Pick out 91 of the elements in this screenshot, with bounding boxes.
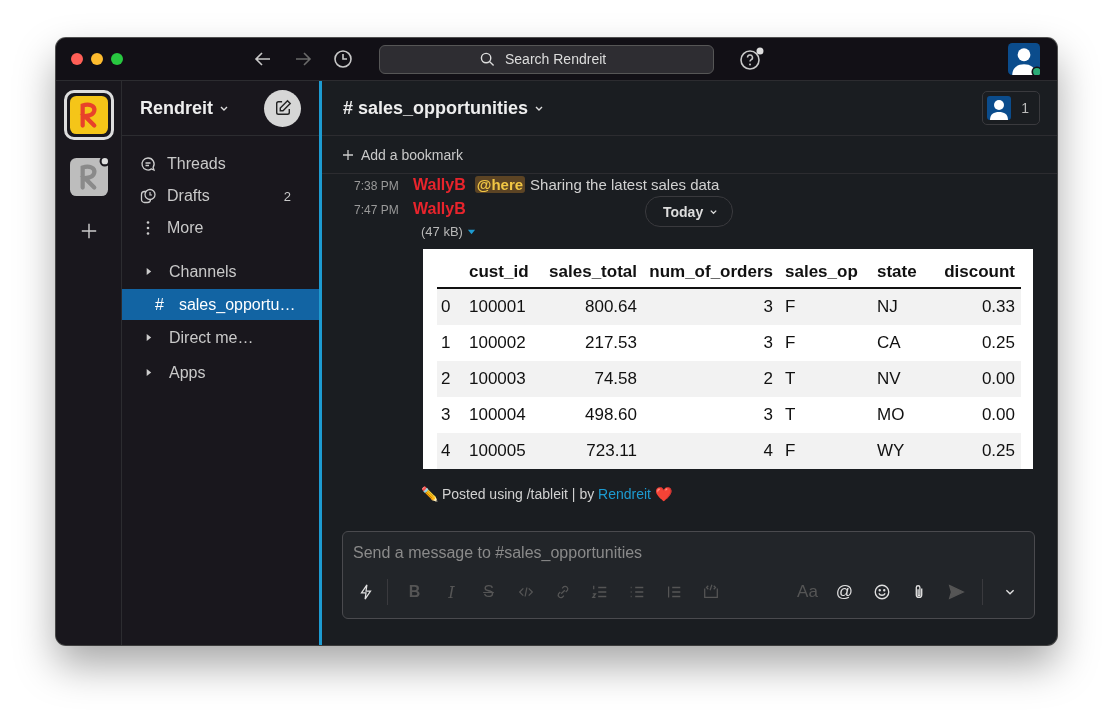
table-cell: F bbox=[785, 441, 796, 460]
search-icon bbox=[480, 51, 495, 67]
mention-tag[interactable]: @here bbox=[474, 176, 526, 193]
sidebar-item[interactable]: Drafts bbox=[167, 187, 210, 205]
table-cell: 800.64 bbox=[585, 297, 637, 316]
table-cell: 217.53 bbox=[585, 333, 637, 352]
column-header: num_of_orders bbox=[649, 262, 773, 281]
table-cell: T bbox=[785, 369, 796, 388]
attribution-text: ✏ Posted using /tableit | by Rendreit ❤ bbox=[421, 486, 672, 502]
help-icon[interactable] bbox=[739, 47, 765, 71]
sidebar-item[interactable]: More bbox=[167, 219, 204, 237]
members-button[interactable]: 1 bbox=[982, 91, 1040, 125]
table-cell: 2 bbox=[763, 369, 773, 388]
table-cell: MO bbox=[877, 405, 905, 424]
table-cell: F bbox=[785, 297, 796, 316]
close-button[interactable] bbox=[71, 53, 83, 65]
table-cell: 4 bbox=[763, 441, 773, 460]
row-index: 2 bbox=[441, 369, 451, 388]
table-cell: 3 bbox=[763, 333, 773, 352]
table-cell: 3 bbox=[763, 405, 773, 424]
table-cell: 0.00 bbox=[981, 369, 1015, 388]
table-cell: 100002 bbox=[469, 333, 526, 352]
table-cell: 723.11 bbox=[586, 441, 637, 460]
user-avatar-icon[interactable] bbox=[1008, 43, 1040, 75]
table-cell: T bbox=[785, 405, 796, 424]
table-cell: NJ bbox=[877, 297, 898, 316]
disclosure-triangle-icon[interactable] bbox=[144, 368, 153, 377]
section-header[interactable]: Direct me… bbox=[169, 328, 254, 347]
sidebar-item[interactable]: Threads bbox=[167, 155, 226, 173]
workspace-icon[interactable] bbox=[63, 90, 114, 140]
table-cell: 0.25 bbox=[981, 441, 1015, 460]
column-header: sales_op bbox=[785, 262, 858, 281]
table-cell: 74.58 bbox=[594, 369, 637, 388]
table-cell: 100004 bbox=[469, 405, 526, 424]
collapse-caret-icon[interactable] bbox=[466, 227, 476, 236]
lightning-icon bbox=[357, 583, 375, 601]
table-cell: 3 bbox=[763, 297, 773, 316]
minimize-button[interactable] bbox=[91, 53, 103, 65]
table-cell: 100005 bbox=[469, 441, 526, 460]
threads-icon bbox=[140, 156, 156, 172]
pencil-square-icon bbox=[273, 99, 292, 117]
row-index: 4 bbox=[441, 441, 451, 460]
file-size: (47 kB) bbox=[421, 224, 463, 239]
mention-button[interactable]: @ bbox=[826, 578, 863, 606]
channel-title[interactable]: # sales_opportunities bbox=[343, 97, 529, 119]
table-cell: NV bbox=[877, 369, 901, 388]
message-time: 7:38 PM bbox=[354, 179, 400, 193]
section-header[interactable]: Apps bbox=[169, 363, 206, 382]
drafts-icon bbox=[140, 188, 156, 204]
send-icon bbox=[946, 583, 965, 601]
code-block-icon bbox=[701, 583, 720, 601]
column-header: sales_total bbox=[549, 262, 637, 281]
row-index: 3 bbox=[441, 405, 451, 424]
member-avatar-icon bbox=[987, 96, 1012, 120]
message-time: 7:47 PM bbox=[354, 203, 400, 217]
message-text: Sharing the latest sales data bbox=[530, 176, 720, 193]
zoom-button[interactable] bbox=[111, 53, 123, 65]
column-header: cust_id bbox=[469, 262, 529, 281]
table-cell: 100003 bbox=[469, 369, 526, 388]
author-name[interactable]: WallyB bbox=[413, 176, 466, 194]
table-cell: 0.25 bbox=[981, 333, 1015, 352]
smiley-icon bbox=[872, 583, 891, 601]
numbered-list-icon bbox=[590, 583, 609, 601]
table-cell: CA bbox=[877, 333, 901, 352]
table-cell: 0.33 bbox=[981, 297, 1015, 316]
section-header[interactable]: Channels bbox=[169, 262, 237, 281]
table-cell: F bbox=[785, 333, 796, 352]
table-cell: 498.60 bbox=[585, 405, 637, 424]
table-cell: 100001 bbox=[469, 297, 526, 316]
row-index: 1 bbox=[441, 333, 451, 352]
disclosure-triangle-icon[interactable] bbox=[144, 333, 153, 342]
disclosure-triangle-icon[interactable] bbox=[144, 267, 153, 276]
caret-icon bbox=[709, 207, 719, 216]
compose-button[interactable] bbox=[264, 89, 301, 127]
row-index: 0 bbox=[441, 297, 451, 316]
column-header: discount bbox=[944, 262, 1015, 281]
message-field[interactable]: Send a message to #sales_opportunities bbox=[343, 532, 1034, 562]
add-workspace-icon[interactable] bbox=[79, 222, 98, 240]
author-name[interactable]: WallyB bbox=[413, 200, 466, 218]
workspace-name[interactable]: Rendreit bbox=[140, 97, 213, 119]
search-field[interactable]: Search Rendreit bbox=[379, 44, 714, 74]
date-divider-button[interactable]: Today bbox=[645, 196, 734, 227]
channel-item[interactable]: # sales_opportu… bbox=[122, 289, 319, 320]
plus-icon bbox=[343, 149, 353, 160]
add-bookmark-button[interactable]: Add a bookmark bbox=[343, 146, 463, 163]
table-cell: WY bbox=[877, 441, 905, 460]
draft-count: 2 bbox=[283, 188, 291, 204]
table-cell: 0.00 bbox=[981, 405, 1015, 424]
column-header: state bbox=[877, 262, 917, 281]
author-link[interactable]: Rendreit bbox=[598, 486, 651, 502]
history-clock-icon[interactable] bbox=[333, 49, 353, 69]
